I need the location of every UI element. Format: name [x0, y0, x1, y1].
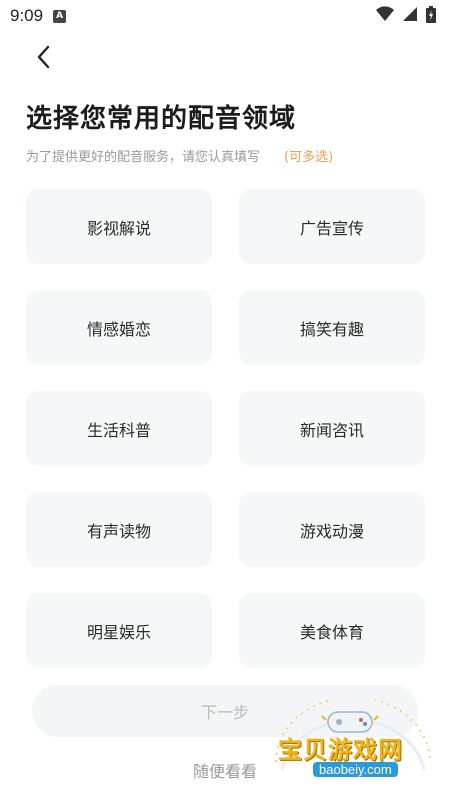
status-time: 9:09 [10, 6, 44, 25]
page-title: 选择您常用的配音领域 [26, 104, 297, 134]
subtitle-row: 为了提供更好的配音服务，请您认真填写 (可多选) [26, 146, 333, 165]
option-game-anime[interactable]: 游戏动漫 [239, 492, 425, 567]
app-notification-icon: A [53, 9, 67, 23]
option-grid: 影视解说 广告宣传 情感婚恋 搞笑有趣 生活科普 新闻咨讯 有声读物 游戏动漫 … [26, 189, 425, 668]
option-food-sports[interactable]: 美食体育 [239, 593, 425, 668]
option-audiobook[interactable]: 有声读物 [26, 492, 212, 567]
back-button[interactable] [26, 42, 60, 76]
status-bar: 9:09 A [0, 0, 450, 32]
status-right [376, 5, 436, 27]
wifi-icon [376, 6, 394, 26]
option-emotion-marriage[interactable]: 情感婚恋 [26, 290, 212, 365]
battery-icon [426, 5, 436, 27]
watermark-brand: 宝贝游戏网 [278, 736, 403, 764]
option-celebrity-entertainment[interactable]: 明星娱乐 [26, 593, 212, 668]
option-life-science[interactable]: 生活科普 [26, 391, 212, 466]
watermark-logo: 宝贝游戏网 baobeiy.com [268, 700, 438, 792]
status-left: 9:09 A [10, 6, 67, 26]
watermark-url: baobeiy.com [313, 762, 398, 777]
option-film-commentary[interactable]: 影视解说 [26, 189, 212, 264]
option-advertising[interactable]: 广告宣传 [239, 189, 425, 264]
subtitle: 为了提供更好的配音服务，请您认真填写 [26, 150, 261, 165]
signal-icon [402, 6, 418, 26]
option-news[interactable]: 新闻咨讯 [239, 391, 425, 466]
multi-select-hint: (可多选) [284, 150, 334, 165]
option-funny[interactable]: 搞笑有趣 [239, 290, 425, 365]
chevron-left-icon [36, 45, 50, 73]
